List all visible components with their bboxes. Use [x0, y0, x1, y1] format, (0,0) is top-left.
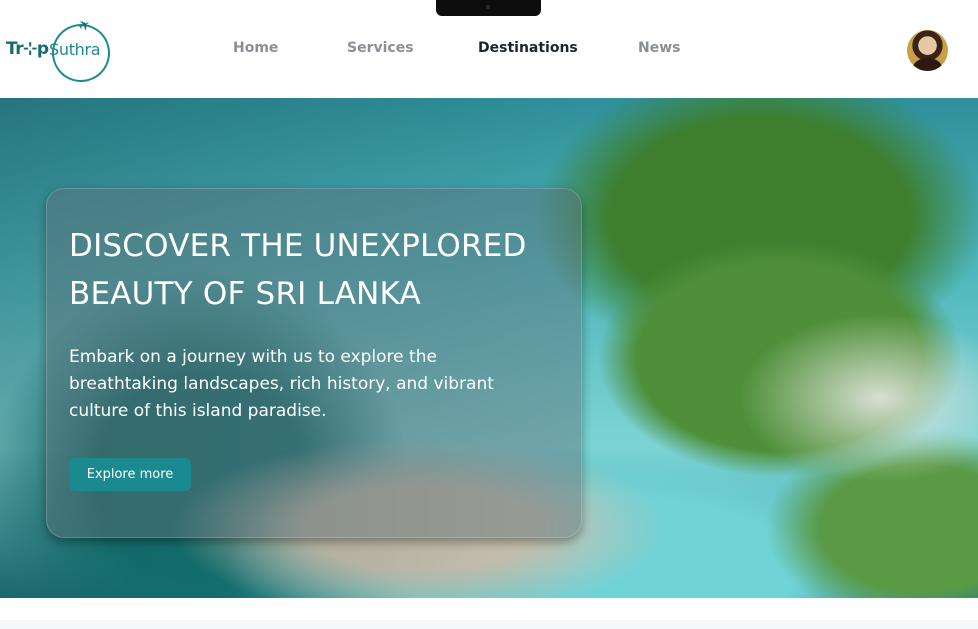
hero-description: Embark on a journey with us to explore t… [69, 347, 494, 421]
nav-item-home[interactable]: Home [233, 40, 278, 56]
user-avatar[interactable] [907, 30, 948, 71]
avatar-shoulders [913, 58, 942, 71]
camera-dot [486, 5, 490, 9]
explore-more-button[interactable]: Explore more [69, 458, 191, 491]
next-section-top [0, 620, 978, 629]
logo-wordmark-part-1: Tr⊹p [6, 39, 49, 59]
site-header: ✈ Tr⊹p Suthra Home Services Destinations… [0, 0, 978, 98]
hero-title: DISCOVER THE UNEXPLORED BEAUTY OF SRI LA… [69, 228, 527, 312]
nav-item-news[interactable]: News [638, 40, 680, 56]
nav-item-services[interactable]: Services [347, 40, 414, 56]
nav-item-destinations[interactable]: Destinations [478, 40, 578, 56]
logo-wordmark-part-2: Suthra [49, 40, 101, 59]
brand-logo[interactable]: ✈ Tr⊹p Suthra [4, 15, 119, 91]
